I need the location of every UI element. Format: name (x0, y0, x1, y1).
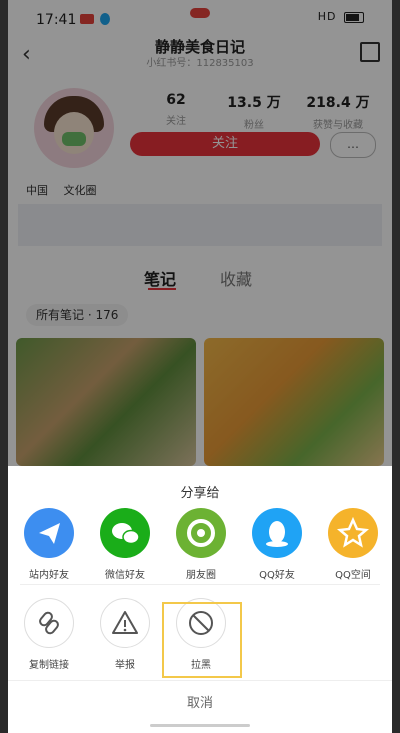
selection-highlight (162, 602, 242, 678)
home-indicator (150, 724, 250, 727)
qzone-icon (328, 508, 378, 558)
link-icon (24, 598, 74, 648)
share-target-moments[interactable]: 朋友圈 (166, 508, 236, 581)
warning-icon (100, 598, 150, 648)
share-target-label: 微信好友 (105, 570, 145, 581)
share-target-label: QQ好友 (259, 570, 295, 581)
phone-screen: 17:41 HD ‹ 静静美食日记 小红书号：112835103 62 关注 1… (8, 0, 392, 733)
action-label: 举报 (115, 660, 135, 671)
share-target-internal[interactable]: 站内好友 (14, 508, 84, 581)
share-target-label: 朋友圈 (186, 570, 216, 581)
qq-icon (252, 508, 302, 558)
share-target-label: 站内好友 (29, 570, 69, 581)
share-sheet-title: 分享给 (180, 486, 220, 501)
wechat-icon (100, 508, 150, 558)
share-target-qq[interactable]: QQ好友 (242, 508, 312, 581)
share-target-wechat[interactable]: 微信好友 (90, 508, 160, 581)
action-label: 复制链接 (29, 660, 69, 671)
divider (20, 584, 380, 585)
modal-overlay[interactable] (8, 0, 392, 466)
send-icon (24, 508, 74, 558)
cancel-button[interactable]: 取消 (8, 692, 392, 711)
divider (8, 680, 392, 681)
copy-link-button[interactable]: 复制链接 (14, 598, 84, 671)
share-target-qzone[interactable]: QQ空间 (318, 508, 388, 581)
report-button[interactable]: 举报 (90, 598, 160, 671)
share-sheet: 分享给 站内好友 微信好友 朋友圈 QQ好友 QQ空间 复制链接 举报 拉黑 取… (8, 466, 392, 733)
moments-icon (176, 508, 226, 558)
share-target-label: QQ空间 (335, 570, 371, 581)
